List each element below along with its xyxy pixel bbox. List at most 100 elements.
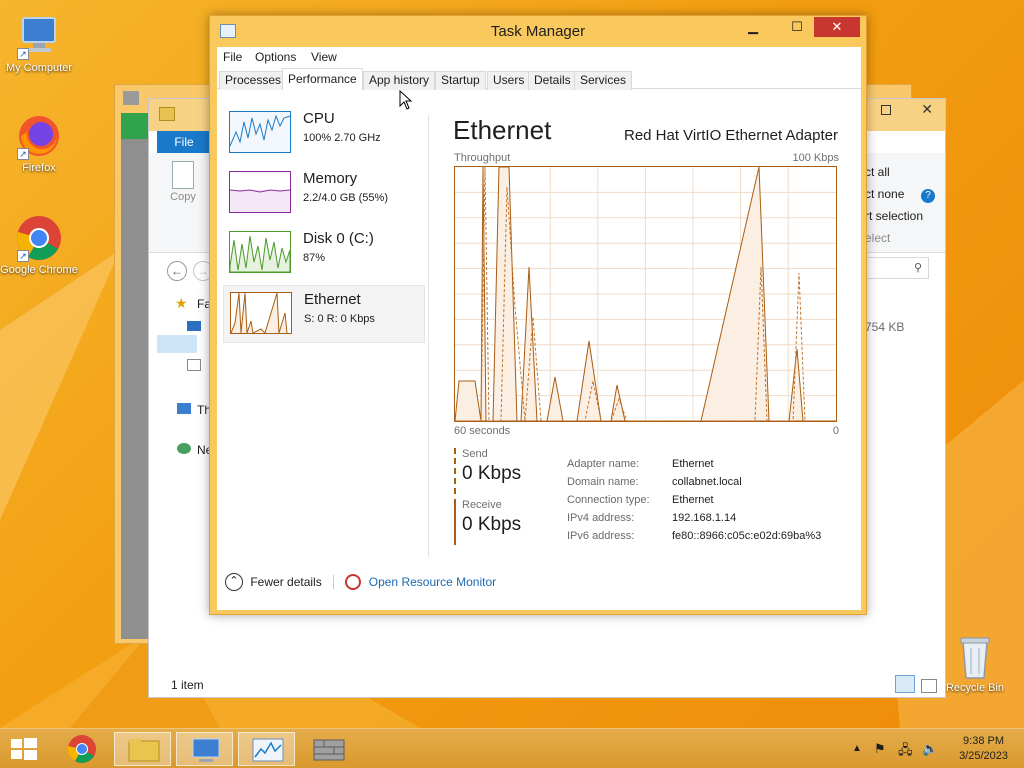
taskbar-firewall[interactable]	[300, 732, 357, 766]
resource-subtext: 87%	[303, 252, 326, 264]
network-icon	[177, 443, 191, 454]
maximize-icon[interactable]	[881, 105, 891, 115]
tab-startup[interactable]: Startup	[435, 71, 486, 90]
desktop-icon-label: My Computer	[5, 62, 73, 74]
desktop-icon-label: Google Chrome	[0, 264, 78, 276]
chevron-up-icon: ⌃	[225, 573, 243, 591]
taskbar-chrome[interactable]	[54, 732, 111, 766]
menu-view[interactable]: View	[311, 50, 337, 64]
clock-date: 3/25/2023	[959, 750, 1008, 762]
property-value: 192.168.1.14	[672, 512, 737, 524]
desktop-icon-google-chrome[interactable]: ↗ Google Chrome	[0, 214, 78, 276]
select-all-button[interactable]: ct all	[865, 165, 890, 179]
graph-max-label: 100 Kbps	[792, 152, 839, 164]
invert-selection-button[interactable]: rt selection	[865, 209, 923, 223]
system-clock[interactable]: 9:38 PM 3/25/2023	[959, 734, 1008, 764]
resource-subtext: 100% 2.70 GHz	[303, 132, 381, 144]
details-view-icon[interactable]	[895, 675, 915, 693]
receive-label: Receive	[462, 499, 502, 511]
throughput-graph	[454, 166, 837, 422]
search-box[interactable]: ⚲	[861, 257, 929, 279]
mouse-cursor-icon	[399, 90, 413, 110]
start-button[interactable]	[10, 737, 38, 761]
show-hidden-icons-chevron-icon[interactable]: ▲	[852, 743, 862, 754]
cpu-mini-graph	[229, 111, 291, 153]
graph-title: Throughput	[454, 152, 511, 164]
property-row: Domain name: collabnet.local	[567, 476, 821, 494]
large-icons-view-icon[interactable]	[921, 679, 937, 693]
maximize-button[interactable]: ☐	[784, 17, 810, 37]
help-icon[interactable]: ?	[921, 189, 935, 203]
tab-processes[interactable]: Processes	[219, 71, 288, 90]
taskbar: ▲ ⚑ 🖧 🔈 9:38 PM 3/25/2023	[0, 728, 1024, 768]
green-bar	[121, 113, 151, 139]
menu-file[interactable]: File	[223, 50, 242, 64]
clock-time: 9:38 PM	[963, 735, 1005, 747]
folder-icon	[128, 739, 160, 762]
footer-separator	[333, 575, 335, 589]
action-center-flag-icon[interactable]: ⚑	[874, 741, 886, 757]
desktop-icon-label: Recycle Bin	[945, 682, 1005, 694]
menu-options[interactable]: Options	[255, 50, 296, 64]
chrome-icon	[67, 735, 96, 763]
chrome-icon: ↗	[15, 214, 63, 262]
firefox-icon: ↗	[15, 112, 63, 160]
resource-name: Ethernet	[304, 291, 361, 308]
resource-name: CPU	[303, 110, 335, 127]
pane-divider	[428, 115, 429, 557]
memory-mini-graph	[229, 171, 291, 213]
property-key: IPv6 address:	[567, 530, 635, 542]
tab-users[interactable]: Users	[487, 71, 531, 90]
back-arrow-icon[interactable]: ←	[167, 261, 187, 281]
desktop-icon	[187, 321, 201, 331]
copy-button[interactable]: Copy	[165, 161, 201, 203]
tab-performance[interactable]: Performance	[282, 68, 363, 90]
resource-disk[interactable]: Disk 0 (C:) 87%	[223, 225, 425, 283]
property-row: Connection type: Ethernet	[567, 494, 821, 512]
close-icon[interactable]: ✕	[921, 101, 933, 118]
taskbar-control-panel[interactable]	[176, 732, 233, 766]
resource-ethernet[interactable]: Ethernet S: 0 R: 0 Kbps	[223, 285, 425, 343]
desktop-icon-recycle-bin[interactable]: Recycle Bin	[936, 632, 1014, 694]
property-key: Domain name:	[567, 476, 639, 488]
minimize-icon: ▁	[748, 19, 758, 34]
resource-monitor-icon	[345, 574, 362, 590]
taskbar-file-explorer[interactable]	[114, 732, 171, 766]
detail-title: Ethernet	[453, 115, 552, 145]
desktop-icon-firefox[interactable]: ↗ Firefox	[0, 112, 78, 174]
close-button[interactable]: ✕	[814, 17, 860, 37]
property-key: IPv4 address:	[567, 512, 635, 524]
tab-details[interactable]: Details	[528, 71, 577, 90]
computer-icon: ↗	[15, 12, 63, 60]
tab-services[interactable]: Services	[574, 71, 633, 90]
resource-monitor-link[interactable]: Open Resource Monitor	[345, 574, 496, 590]
fewer-details-button[interactable]: ⌃ Fewer details	[225, 573, 325, 591]
this-pc-icon	[177, 403, 191, 414]
star-icon: ★	[175, 295, 188, 311]
disk-mini-graph	[229, 231, 291, 273]
recent-places-icon	[187, 359, 201, 371]
ethernet-mini-graph	[230, 292, 292, 334]
file-size: 754 KB	[865, 320, 905, 334]
select-none-button[interactable]: ct none	[865, 187, 904, 201]
property-value: fe80::8966:c05c:e02d:69ba%3	[672, 530, 822, 542]
task-manager-content: File Options View Processes Performance …	[217, 47, 861, 610]
resource-cpu[interactable]: CPU 100% 2.70 GHz	[223, 105, 425, 163]
graph-time-label: 60 seconds	[454, 425, 511, 437]
cpu-sparkline	[229, 112, 291, 152]
desktop-icon-my-computer[interactable]: ↗ My Computer	[0, 12, 78, 74]
property-row: IPv4 address: 192.168.1.14	[567, 512, 821, 530]
tab-app-history[interactable]: App history	[363, 71, 436, 90]
titlebar[interactable]: Task Manager ▁ ☐ ✕	[210, 16, 866, 47]
file-tab[interactable]: File	[157, 131, 211, 153]
send-stat: Send 0 Kbps	[454, 448, 554, 494]
taskbar-task-manager[interactable]	[238, 732, 295, 766]
minimize-button[interactable]: ▁	[740, 17, 766, 37]
task-manager-window[interactable]: Task Manager ▁ ☐ ✕ File Options View Pro…	[209, 15, 867, 615]
maximize-icon: ☐	[791, 19, 803, 34]
network-icon[interactable]: 🖧	[898, 741, 913, 763]
resource-memory[interactable]: Memory 2.2/4.0 GB (55%)	[223, 165, 425, 223]
graph-min-label: 0	[832, 425, 839, 437]
send-label: Send	[462, 448, 488, 460]
volume-icon[interactable]: 🔈	[922, 741, 938, 757]
